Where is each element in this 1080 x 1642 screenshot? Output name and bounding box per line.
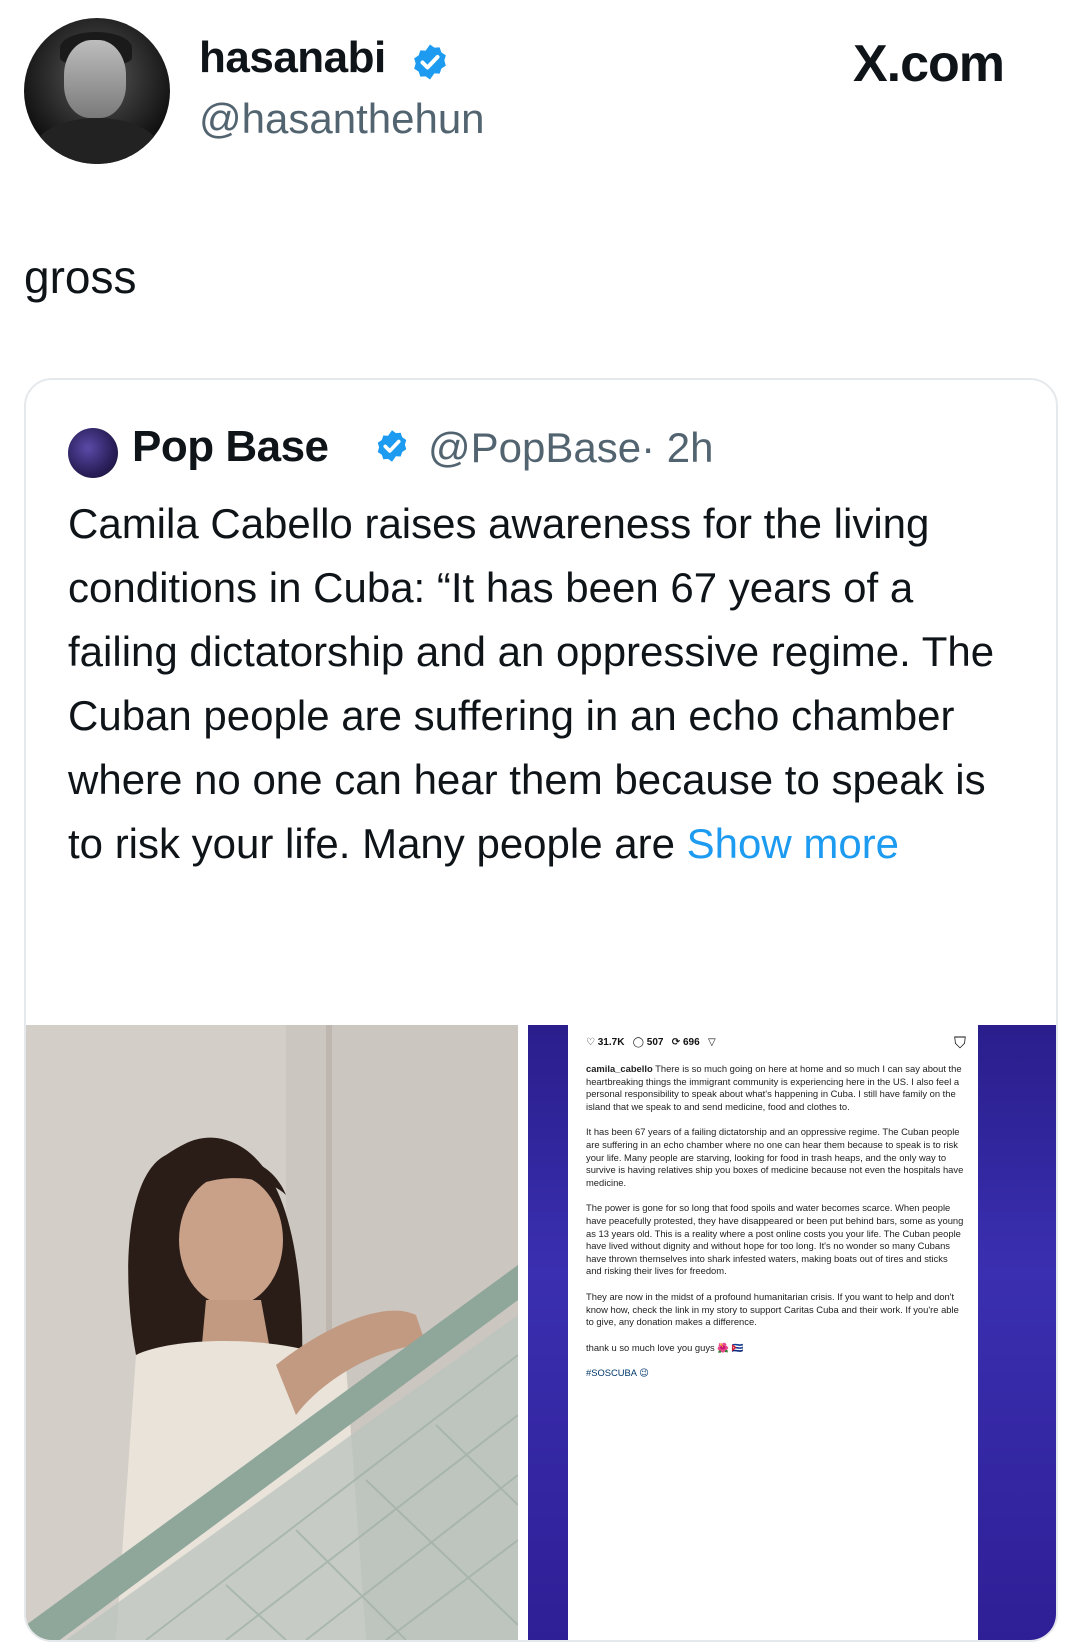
quoted-author-avatar[interactable] xyxy=(68,428,118,478)
send-icon: ▽ xyxy=(708,1037,716,1048)
caption-paragraph-2: It has been 67 years of a failing dictat… xyxy=(586,1126,964,1188)
source-label: X.com xyxy=(852,35,1005,93)
quoted-tweet-body: Camila Cabello raises awareness for the … xyxy=(68,492,1028,876)
quoted-verified-badge-icon xyxy=(377,430,407,462)
instagram-caption: camila_cabello There is so much going on… xyxy=(586,1063,964,1393)
quoted-author-handle[interactable]: @PopBase xyxy=(428,424,641,471)
likes-count: 31.7K xyxy=(597,1037,625,1048)
instagram-caption-panel: ♡ 31.7K ◯ 507 ⟳ 696 ▽ ⛉ camila_cabello T… xyxy=(568,1025,978,1640)
comment-icon: ◯ xyxy=(632,1037,644,1048)
quoted-tweet-card[interactable]: Pop Base @PopBase· 2h Camila Cabello rai… xyxy=(24,378,1058,1642)
quoted-tweet-time: · 2h xyxy=(641,424,714,471)
instagram-username: camila_cabello xyxy=(586,1063,653,1074)
caption-hashtag: #SOSCUBA 😉 xyxy=(586,1367,649,1379)
author-avatar[interactable] xyxy=(24,18,170,164)
caption-paragraph-3: The power is gone for so long that food … xyxy=(586,1202,964,1277)
photo-camila-cabello[interactable] xyxy=(26,1025,518,1640)
caption-paragraph-4: They are now in the midst of a profound … xyxy=(586,1290,959,1328)
heart-icon: ♡ xyxy=(586,1037,595,1048)
tweet-text: gross xyxy=(24,251,137,303)
photo-illustration xyxy=(26,1025,518,1640)
quoted-author-handle-and-time[interactable]: @PopBase· 2h xyxy=(428,424,713,472)
quoted-tweet-text: Camila Cabello raises awareness for the … xyxy=(68,500,995,867)
author-handle[interactable]: @hasanthehun xyxy=(199,95,485,143)
caption-signoff: thank u so much love you guys 🌺 🇨🇺 xyxy=(586,1341,744,1353)
author-display-name[interactable]: hasanabi xyxy=(199,33,386,83)
repost-icon: ⟳ xyxy=(671,1037,681,1048)
verified-badge-icon xyxy=(414,44,446,80)
shares-count: 696 xyxy=(682,1037,700,1048)
bookmark-icon: ⛉ xyxy=(953,1035,966,1052)
comments-count: 507 xyxy=(646,1037,664,1048)
quoted-author-name[interactable]: Pop Base xyxy=(132,422,329,472)
show-more-link[interactable]: Show more xyxy=(687,820,899,867)
instagram-post-screenshot[interactable]: ♡ 31.7K ◯ 507 ⟳ 696 ▽ ⛉ camila_cabello T… xyxy=(528,1025,1056,1640)
instagram-action-bar: ♡ 31.7K ◯ 507 ⟳ 696 ▽ xyxy=(586,1037,716,1048)
